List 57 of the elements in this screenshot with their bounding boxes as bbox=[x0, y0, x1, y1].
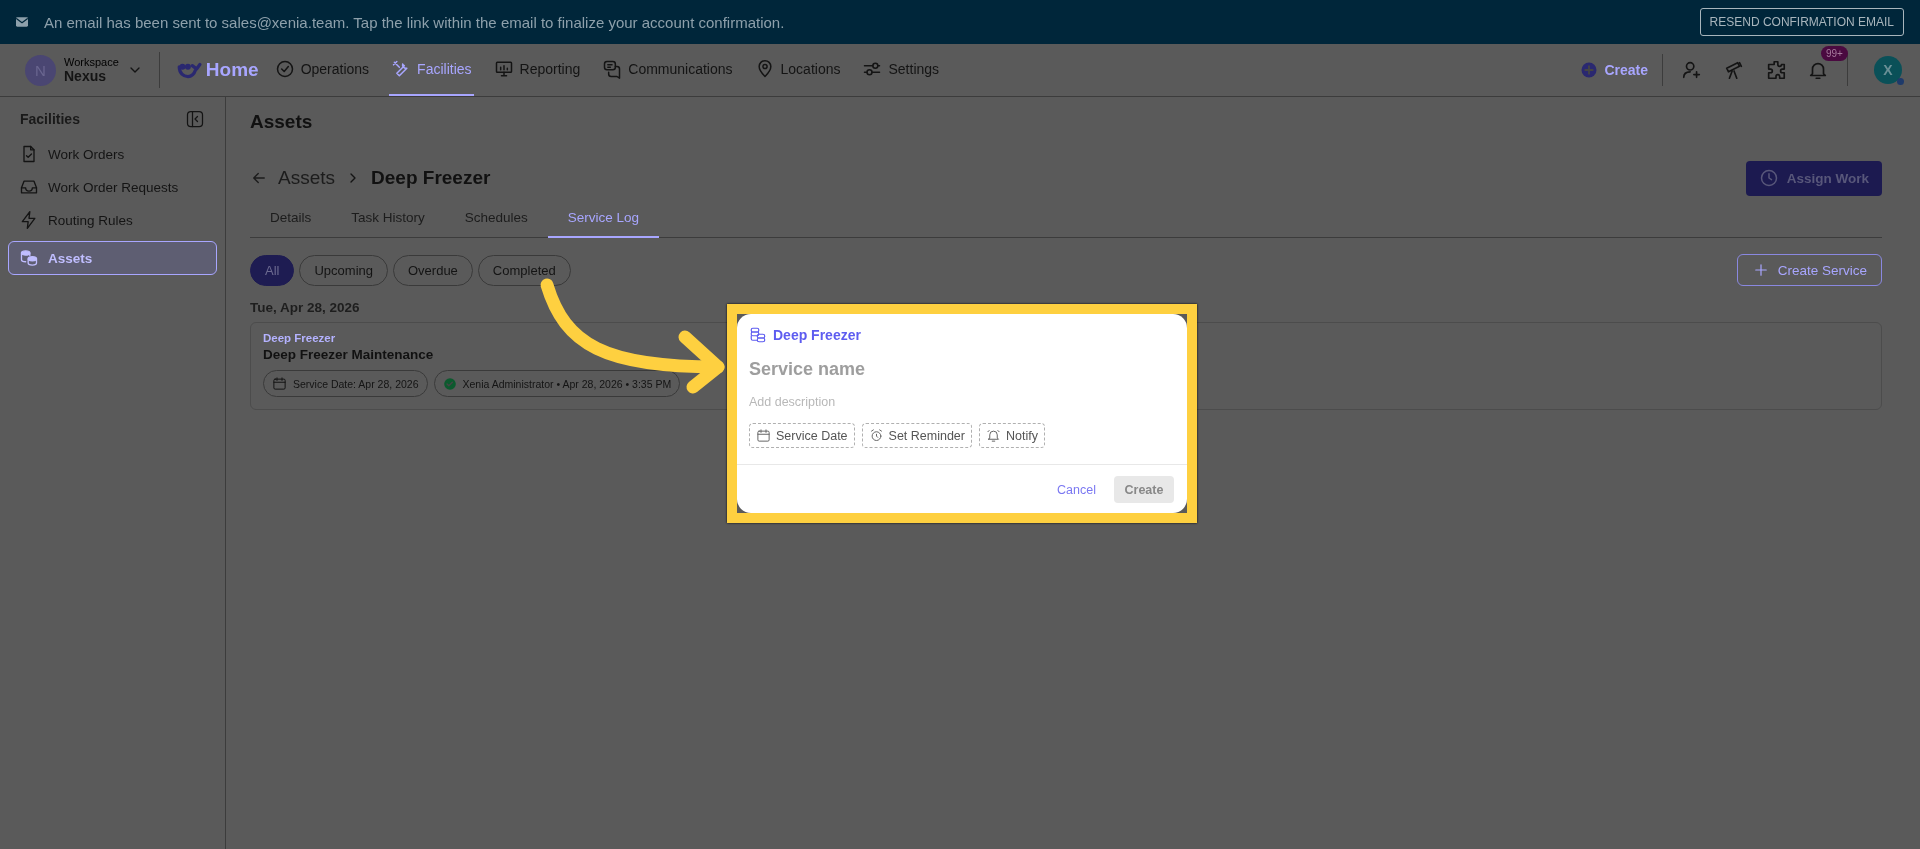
sidebar-item[interactable]: Work Order Requests bbox=[8, 170, 217, 204]
telescope-icon bbox=[1723, 59, 1745, 81]
option-button[interactable]: Notify bbox=[979, 423, 1045, 448]
chat-bubbles-icon bbox=[602, 59, 623, 79]
breadcrumb-link[interactable]: Assets bbox=[278, 167, 336, 189]
mail-icon bbox=[14, 14, 30, 30]
page-title: Assets bbox=[250, 111, 314, 134]
user-avatar[interactable]: X bbox=[1874, 56, 1902, 84]
sidebar-item[interactable]: Routing Rules bbox=[8, 203, 217, 237]
option-button[interactable]: Service Date bbox=[749, 423, 855, 448]
nav-tab[interactable]: Communications bbox=[600, 44, 735, 96]
filter-chip[interactable]: All bbox=[250, 254, 295, 286]
calendar-icon bbox=[756, 428, 771, 443]
create-service-button[interactable]: Create Service bbox=[1736, 254, 1882, 286]
workspace-name[interactable]: Nexus bbox=[64, 68, 119, 84]
tab[interactable]: Schedules bbox=[444, 198, 548, 238]
breadcrumb-current: Deep Freezer bbox=[371, 167, 491, 189]
sidebar-title: Facilities bbox=[20, 111, 80, 127]
tab[interactable]: Task History bbox=[331, 198, 445, 238]
user-plus-icon bbox=[1681, 59, 1703, 81]
nav-tab[interactable]: Operations bbox=[272, 44, 372, 96]
alarm-clock-icon bbox=[868, 428, 884, 443]
nav-tab[interactable]: Reporting bbox=[491, 44, 583, 96]
sidebar-item[interactable]: Work Orders bbox=[8, 137, 217, 171]
notification-badge: 99+ bbox=[1821, 46, 1848, 61]
cancel-button[interactable]: Cancel bbox=[1053, 478, 1100, 501]
sliders-icon bbox=[862, 59, 883, 79]
calendar-icon bbox=[272, 376, 287, 391]
resend-confirmation-button[interactable]: RESEND CONFIRMATION EMAIL bbox=[1699, 8, 1904, 36]
nav-tab[interactable]: Locations bbox=[752, 44, 843, 96]
date-heading: Tue, Apr 28, 2026 bbox=[250, 300, 361, 315]
clock-icon bbox=[1758, 168, 1779, 188]
coin-stack-icon bbox=[19, 248, 39, 268]
dialog-asset-label: Deep Freezer bbox=[749, 326, 1175, 344]
puzzle-icon bbox=[1765, 59, 1787, 81]
presentation-board-icon bbox=[493, 59, 514, 79]
option-button[interactable]: Set Reminder bbox=[861, 423, 972, 448]
nav-tab[interactable]: Facilities bbox=[389, 44, 474, 96]
workspace-label: Workspace bbox=[64, 56, 119, 68]
tab[interactable]: Details bbox=[250, 198, 332, 238]
asset-name: Deep Freezer bbox=[263, 332, 336, 344]
description-field[interactable]: Add description bbox=[749, 392, 1175, 412]
status-dot bbox=[1897, 78, 1904, 85]
tab[interactable]: Service Log bbox=[547, 198, 660, 238]
sidebar-item[interactable]: Assets bbox=[8, 241, 217, 275]
service-name-field[interactable]: Service name bbox=[749, 356, 1175, 382]
banner-message: An email has been sent to sales@xenia.team. Tap the link within the email to finalize your account confirmation. bbox=[44, 13, 786, 31]
service-title: Deep Freezer Maintenance bbox=[263, 347, 434, 362]
collapse-sidebar-icon bbox=[185, 109, 205, 129]
assign-work-button[interactable]: Assign Work bbox=[1745, 160, 1882, 196]
bell-icon bbox=[986, 428, 1001, 443]
plus-circle-icon bbox=[1580, 61, 1599, 79]
nav-tab[interactable]: Settings bbox=[860, 44, 942, 96]
check-circle-icon bbox=[274, 59, 295, 79]
home-link[interactable]: Home bbox=[175, 57, 259, 83]
create-button[interactable]: Create bbox=[1580, 54, 1663, 86]
asset-stack-icon bbox=[749, 326, 767, 344]
